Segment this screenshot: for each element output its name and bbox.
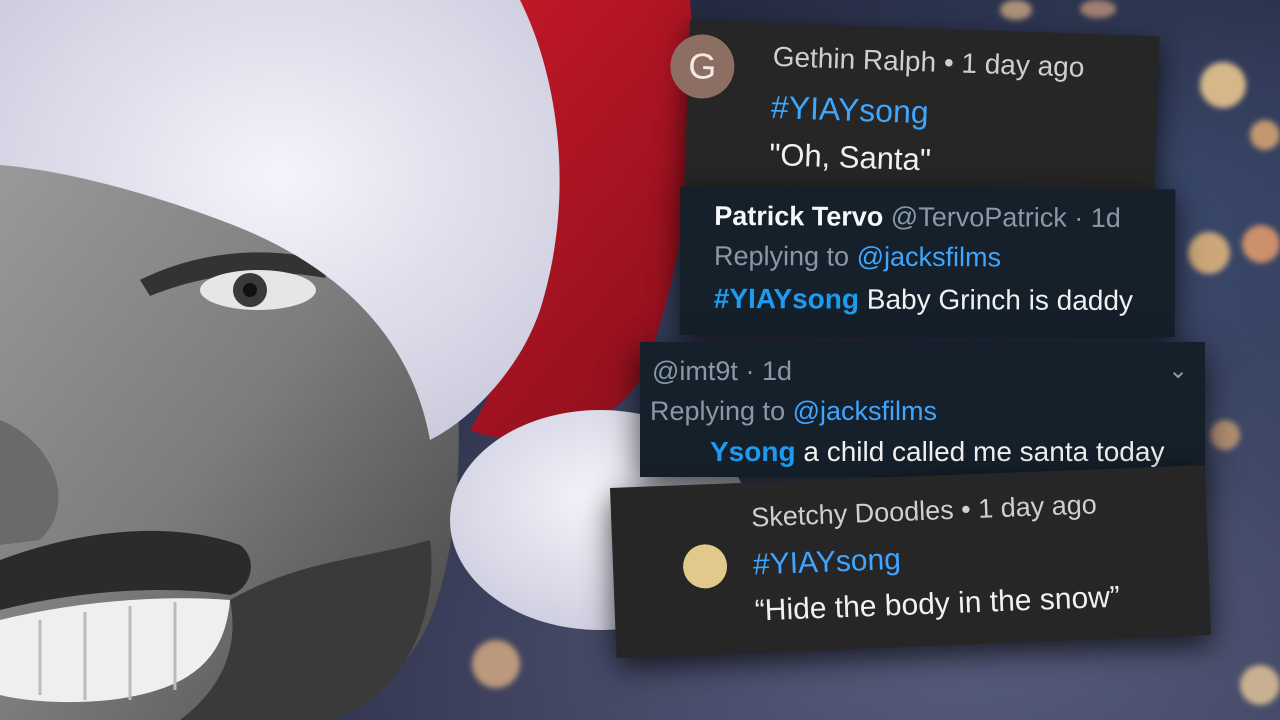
tweet-text: a child called me santa today <box>803 436 1165 467</box>
replying-to: Replying to @jacksfilms <box>714 241 1001 274</box>
handle[interactable]: @imt9t <box>652 356 738 386</box>
author-name[interactable]: Gethin Ralph <box>772 41 936 78</box>
timestamp[interactable]: 1d <box>1091 203 1121 233</box>
replying-to: Replying to @jacksfilms <box>650 396 937 427</box>
comment-text: “Hide the body in the snow” <box>754 580 1121 628</box>
display-name[interactable]: Patrick Tervo <box>714 201 883 232</box>
comment-meta: Sketchy Doodles • 1 day ago <box>751 489 1098 533</box>
chevron-down-icon[interactable]: ⌄ <box>1168 356 1188 385</box>
bokeh-light <box>1000 0 1032 20</box>
timestamp[interactable]: 1 day ago <box>961 48 1085 83</box>
hashtag-link[interactable]: #YIAYsong <box>714 283 859 315</box>
hashtag-link[interactable]: Ysong <box>710 436 796 467</box>
twitter-reply-card: Patrick Tervo @TervoPatrick · 1d Replyin… <box>679 186 1176 338</box>
youtube-comment-card: G Gethin Ralph • 1 day ago #YIAYsong "Oh… <box>669 20 1160 207</box>
tweet-body: #YIAYsong Baby Grinch is daddy <box>714 283 1133 317</box>
tweet-body: Ysong a child called me santa today <box>710 436 1164 468</box>
avatar-letter: G <box>687 44 718 87</box>
separator-dot: • <box>960 493 979 525</box>
bokeh-light <box>1210 420 1240 450</box>
handle[interactable]: @TervoPatrick <box>891 202 1067 233</box>
author-name[interactable]: Sketchy Doodles <box>751 495 955 533</box>
youtube-comment-card: Sketchy Doodles • 1 day ago #YIAYsong “H… <box>610 465 1212 658</box>
bokeh-light <box>1080 0 1116 18</box>
bokeh-light <box>1200 62 1246 108</box>
separator-dot: • <box>943 46 963 79</box>
tweet-header: @imt9t · 1d <box>652 356 792 387</box>
mention-link[interactable]: @jacksfilms <box>793 396 937 426</box>
timestamp[interactable]: 1 day ago <box>978 489 1098 524</box>
separator-dot: · <box>745 356 762 386</box>
timestamp[interactable]: 1d <box>762 356 792 386</box>
replying-label: Replying to <box>713 240 850 272</box>
twitter-reply-card: @imt9t · 1d ⌄ Replying to @jacksfilms Ys… <box>640 342 1205 477</box>
bokeh-light <box>1242 225 1280 263</box>
thumbnail-scene: G Gethin Ralph • 1 day ago #YIAYsong "Oh… <box>0 0 1280 720</box>
replying-label: Replying to <box>650 396 786 426</box>
comment-meta: Gethin Ralph • 1 day ago <box>772 41 1085 84</box>
hashtag-link[interactable]: #YIAYsong <box>752 543 901 583</box>
avatar <box>682 543 728 590</box>
tweet-header: Patrick Tervo @TervoPatrick · 1d <box>714 201 1121 234</box>
bokeh-light <box>1188 232 1230 274</box>
mention-link[interactable]: @jacksfilms <box>857 242 1002 273</box>
bokeh-light <box>1240 665 1280 705</box>
bokeh-light <box>1250 120 1280 150</box>
tweet-text: Baby Grinch is daddy <box>866 283 1134 317</box>
comment-text: "Oh, Santa" <box>768 136 932 178</box>
separator-dot: · <box>1074 202 1091 233</box>
hashtag-link[interactable]: #YIAYsong <box>770 89 929 131</box>
